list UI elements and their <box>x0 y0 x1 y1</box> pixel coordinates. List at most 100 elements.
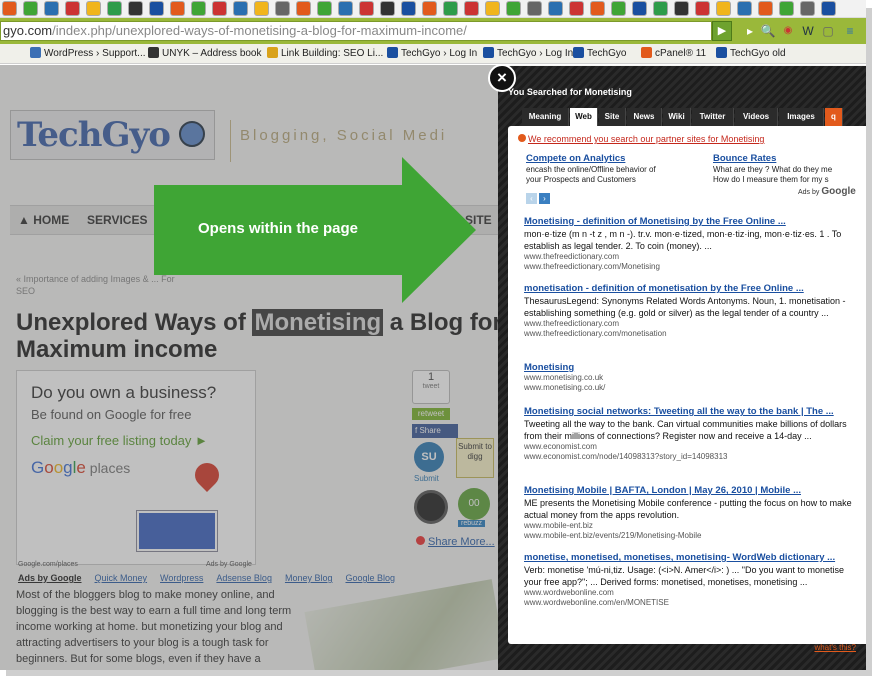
tab-favicon-icon[interactable] <box>191 1 206 16</box>
retweet-button[interactable]: retweet <box>412 408 450 420</box>
tab-favicon-icon[interactable] <box>44 1 59 16</box>
tab-favicon-icon[interactable] <box>716 1 731 16</box>
highlighted-word[interactable]: Monetising <box>252 309 384 336</box>
tab-favicon-icon[interactable] <box>149 1 164 16</box>
next-arrow-icon[interactable]: › <box>539 193 550 204</box>
ad-link[interactable]: Google Blog <box>345 573 395 583</box>
tab-favicon-icon[interactable] <box>695 1 710 16</box>
ads-by-google[interactable]: Ads by Google <box>798 186 856 197</box>
stumbleupon-icon[interactable]: SU <box>414 442 444 472</box>
tab-favicon-icon[interactable] <box>65 1 80 16</box>
bookmark-item[interactable]: Link Building: SEO Li... <box>267 47 383 61</box>
result-title-link[interactable]: monetisation - definition of monetisatio… <box>524 283 864 294</box>
tab-favicon-icon[interactable] <box>464 1 479 16</box>
result-title-link[interactable]: Monetising <box>524 362 864 373</box>
bookmark-item[interactable]: TechGyo › Log In <box>483 47 573 61</box>
whats-this-link[interactable]: what's this? <box>814 643 856 652</box>
google-places-ad[interactable]: Do you own a business? Be found on Googl… <box>16 370 256 565</box>
tab-favicon-icon[interactable] <box>275 1 290 16</box>
tab-favicon-icon[interactable] <box>443 1 458 16</box>
tab-q[interactable]: q <box>825 108 843 126</box>
url-field[interactable]: gyo.com/index.php/unexplored-ways-of-mon… <box>0 21 712 41</box>
tab-videos[interactable]: Videos <box>735 108 778 126</box>
ad-link[interactable]: Quick Money <box>95 573 148 583</box>
tab-favicon-icon[interactable] <box>611 1 626 16</box>
tab-favicon-icon[interactable] <box>128 1 143 16</box>
sponsored-ad-1[interactable]: Compete on Analytics encash the online/Of… <box>526 154 706 185</box>
result-title-link[interactable]: Monetising Mobile | BAFTA, London | May … <box>524 485 864 496</box>
tab-favicon-icon[interactable] <box>296 1 311 16</box>
ad-link[interactable]: Money Blog <box>285 573 333 583</box>
tab-favicon-icon[interactable] <box>254 1 269 16</box>
close-overlay-button[interactable]: × <box>488 64 516 92</box>
tab-favicon-icon[interactable] <box>527 1 542 16</box>
facebook-share-button[interactable]: f Share <box>412 424 458 438</box>
rebuzz-button[interactable]: rebuzz <box>458 520 486 527</box>
tab-favicon-icon[interactable] <box>317 1 332 16</box>
wiki-icon[interactable]: W <box>798 21 818 41</box>
tab-favicon-icon[interactable] <box>380 1 395 16</box>
tab-favicon-icon[interactable] <box>674 1 689 16</box>
partner-recommend-link[interactable]: We recommend you search our partner site… <box>518 134 764 144</box>
share-more-link[interactable]: Share More... <box>416 536 495 548</box>
tab-favicon-icon[interactable] <box>737 1 752 16</box>
go-button[interactable]: ▶ <box>712 21 732 41</box>
tab-favicon-icon[interactable] <box>569 1 584 16</box>
tab-favicon-icon[interactable] <box>485 1 500 16</box>
tab-favicon-icon[interactable] <box>212 1 227 16</box>
ad-display-url[interactable]: Google.com/places <box>18 561 78 568</box>
page-menu-icon[interactable]: ▸ <box>740 21 760 41</box>
result-title-link[interactable]: Monetising - definition of Monetising by… <box>524 216 864 227</box>
tab-favicon-icon[interactable] <box>506 1 521 16</box>
nav-home[interactable]: ▲ HOME <box>18 213 69 227</box>
tab-favicon-icon[interactable] <box>107 1 122 16</box>
sponsored-ad-2[interactable]: Bounce Rates What are they ? What do they… <box>713 154 866 185</box>
stumbleupon-submit[interactable]: Submit <box>414 474 439 483</box>
tab-favicon-icon[interactable] <box>779 1 794 16</box>
ads-by-google-label[interactable]: Ads by Google <box>18 573 82 583</box>
digg-button[interactable]: Submit to digg <box>456 438 494 478</box>
tab-favicon-icon[interactable] <box>338 1 353 16</box>
tab-favicon-icon[interactable] <box>422 1 437 16</box>
tab-favicon-icon[interactable] <box>653 1 668 16</box>
bookmark-item[interactable]: TechGyo › Log In <box>387 47 477 61</box>
result-title-link[interactable]: monetise, monetised, monetises, monetisi… <box>524 552 864 563</box>
ad-link[interactable]: Adsense Blog <box>216 573 272 583</box>
tab-favicon-icon[interactable] <box>23 1 38 16</box>
tab-images[interactable]: Images <box>779 108 824 126</box>
bookmark-item[interactable]: UNYK – Address book <box>148 47 262 61</box>
seo-icon[interactable]: ◉ <box>778 21 798 41</box>
site-logo[interactable]: TechGyo <box>10 110 215 160</box>
nav-services[interactable]: SERVICES <box>87 213 147 227</box>
ad-link[interactable]: Wordpress <box>160 573 203 583</box>
tab-favicon-icon[interactable] <box>590 1 605 16</box>
tab-wiki[interactable]: Wiki <box>663 108 691 126</box>
tab-meaning[interactable]: Meaning <box>522 108 569 126</box>
bookmark-item[interactable]: TechGyo old <box>716 47 786 61</box>
tab-favicon-icon[interactable] <box>548 1 563 16</box>
tab-site[interactable]: Site <box>599 108 626 126</box>
breadcrumb[interactable]: « Importance of adding Images & ... For … <box>16 273 176 297</box>
extension-icon[interactable]: ▢ <box>818 21 838 41</box>
extension-su-icon[interactable]: ≡ <box>840 21 860 41</box>
share-ball-icon[interactable] <box>414 490 448 524</box>
ad-attribution[interactable]: Ads by Google <box>206 561 252 568</box>
bookmark-item[interactable]: cPanel® 11 <box>641 47 706 61</box>
tab-twitter[interactable]: Twitter <box>692 108 734 126</box>
prev-arrow-icon[interactable]: ‹ <box>526 193 537 204</box>
tab-favicon-icon[interactable] <box>632 1 647 16</box>
tweet-counter[interactable]: 1 tweet <box>412 370 450 404</box>
bookmark-item[interactable]: TechGyo <box>573 47 626 61</box>
tab-favicon-icon[interactable] <box>401 1 416 16</box>
tab-favicon-icon[interactable] <box>800 1 815 16</box>
tab-favicon-icon[interactable] <box>170 1 185 16</box>
tab-news[interactable]: News <box>627 108 662 126</box>
ad-cta[interactable]: Claim your free listing today ► <box>31 433 208 448</box>
search-icon[interactable]: 🔍 <box>758 21 778 41</box>
tab-favicon-icon[interactable] <box>233 1 248 16</box>
tab-web[interactable]: Web <box>570 108 598 126</box>
result-title-link[interactable]: Monetising social networks: Tweeting all… <box>524 406 864 417</box>
tab-favicon-icon[interactable] <box>2 1 17 16</box>
tab-favicon-icon[interactable] <box>86 1 101 16</box>
tab-favicon-icon[interactable] <box>821 1 836 16</box>
